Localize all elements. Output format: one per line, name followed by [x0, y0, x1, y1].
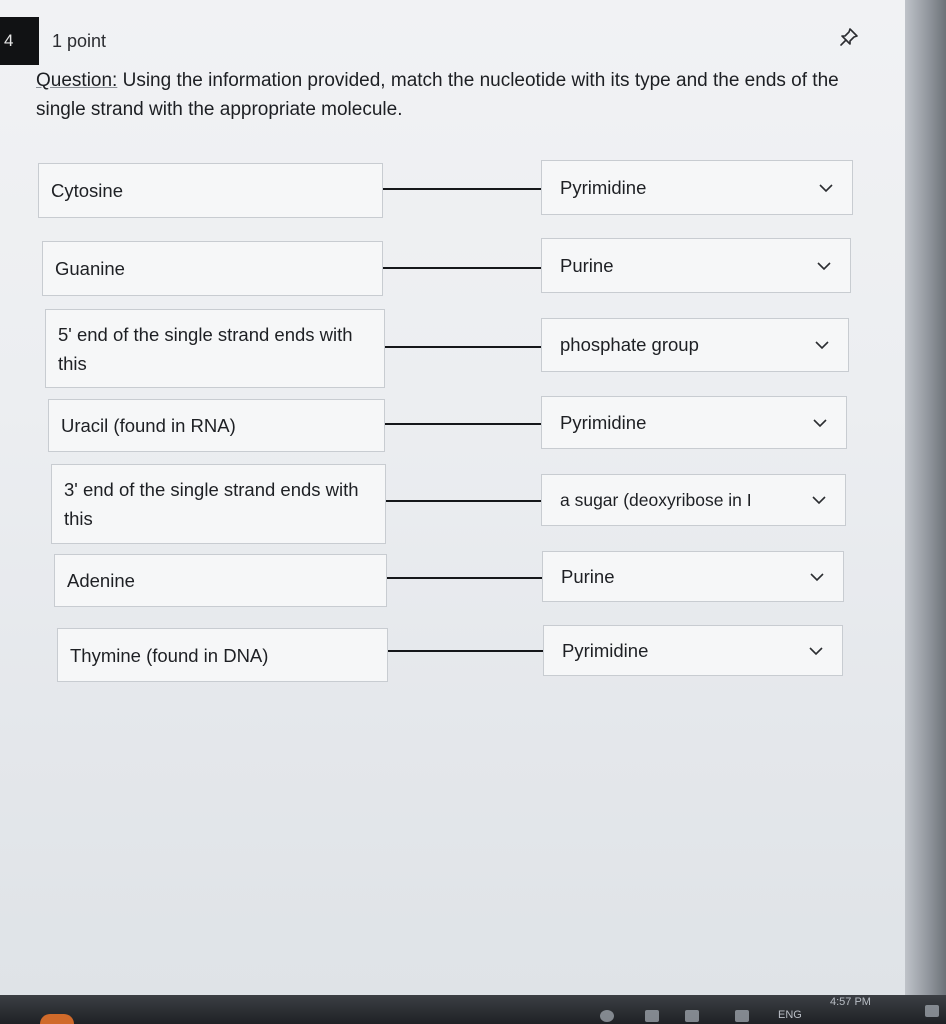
match-term-uracil: Uracil (found in RNA)	[48, 399, 385, 452]
match-term-label: 3' end of the single strand ends with th…	[64, 479, 359, 529]
clock[interactable]: 4:57 PM	[830, 996, 871, 1008]
taskbar	[0, 995, 946, 1024]
match-select-thymine[interactable]: Pyrimidine	[543, 625, 843, 676]
match-term-label: 5' end of the single strand ends with th…	[58, 323, 353, 374]
match-term-adenine: Adenine	[54, 554, 387, 607]
match-select-adenine[interactable]: Purine	[542, 551, 844, 602]
chevron-down-icon	[810, 572, 824, 581]
match-term-label: Adenine	[67, 570, 135, 591]
question-label: Question:	[36, 70, 118, 91]
start-icon[interactable]	[40, 1014, 74, 1024]
match-select-uracil[interactable]: Pyrimidine	[541, 396, 847, 449]
points-label: 1 point	[52, 31, 107, 51]
pin-icon[interactable]	[838, 26, 860, 48]
match-term-3-prime-end: 3' end of the single strand ends with th…	[51, 464, 386, 544]
match-term-guanine: Guanine	[42, 241, 383, 296]
selected-value: a sugar (deoxyribose in I	[560, 489, 752, 510]
question-text: Question: Using the information provided…	[36, 66, 866, 124]
match-connector	[383, 267, 541, 269]
match-select-cytosine[interactable]: Pyrimidine	[541, 160, 853, 215]
browser-icon[interactable]	[600, 1010, 614, 1022]
chevron-down-icon	[813, 418, 827, 427]
selected-value: Pyrimidine	[562, 639, 649, 661]
match-connector	[386, 500, 541, 502]
question-body: Using the information provided, match th…	[36, 70, 839, 120]
language-indicator[interactable]: ENG	[778, 1009, 802, 1021]
match-select-5-prime-end[interactable]: phosphate group	[541, 318, 849, 372]
match-term-cytosine: Cytosine	[38, 163, 383, 218]
selected-value: Pyrimidine	[560, 176, 647, 198]
match-term-thymine: Thymine (found in DNA)	[57, 628, 388, 682]
wifi-icon[interactable]	[645, 1010, 659, 1022]
match-connector	[387, 577, 542, 579]
match-select-3-prime-end[interactable]: a sugar (deoxyribose in I	[541, 474, 846, 526]
match-term-label: Guanine	[55, 258, 125, 279]
match-select-guanine[interactable]: Purine	[541, 238, 851, 293]
match-term-5-prime-end: 5' end of the single strand ends with th…	[45, 309, 385, 388]
match-connector	[385, 423, 541, 425]
selected-value: Purine	[561, 565, 615, 587]
chevron-down-icon	[812, 496, 826, 505]
match-term-label: Thymine (found in DNA)	[70, 644, 269, 666]
notifications-icon[interactable]	[925, 1005, 939, 1017]
selected-value: Pyrimidine	[560, 411, 647, 433]
chevron-down-icon	[819, 183, 833, 192]
chevron-down-icon	[809, 646, 823, 655]
match-term-label: Cytosine	[51, 180, 123, 201]
selected-value: Purine	[560, 254, 614, 276]
window-edge	[905, 0, 946, 995]
selected-value: phosphate group	[560, 334, 699, 355]
chevron-down-icon	[817, 261, 831, 270]
battery-icon[interactable]	[685, 1010, 699, 1022]
match-connector	[388, 650, 543, 652]
question-number: 4	[0, 17, 39, 65]
volume-icon[interactable]	[735, 1010, 749, 1022]
match-term-label: Uracil (found in RNA)	[61, 415, 236, 436]
match-connector	[383, 188, 541, 190]
chevron-down-icon	[815, 341, 829, 350]
match-connector	[385, 346, 541, 348]
screen: 4 1 point Question: Using the informatio…	[0, 0, 946, 1024]
